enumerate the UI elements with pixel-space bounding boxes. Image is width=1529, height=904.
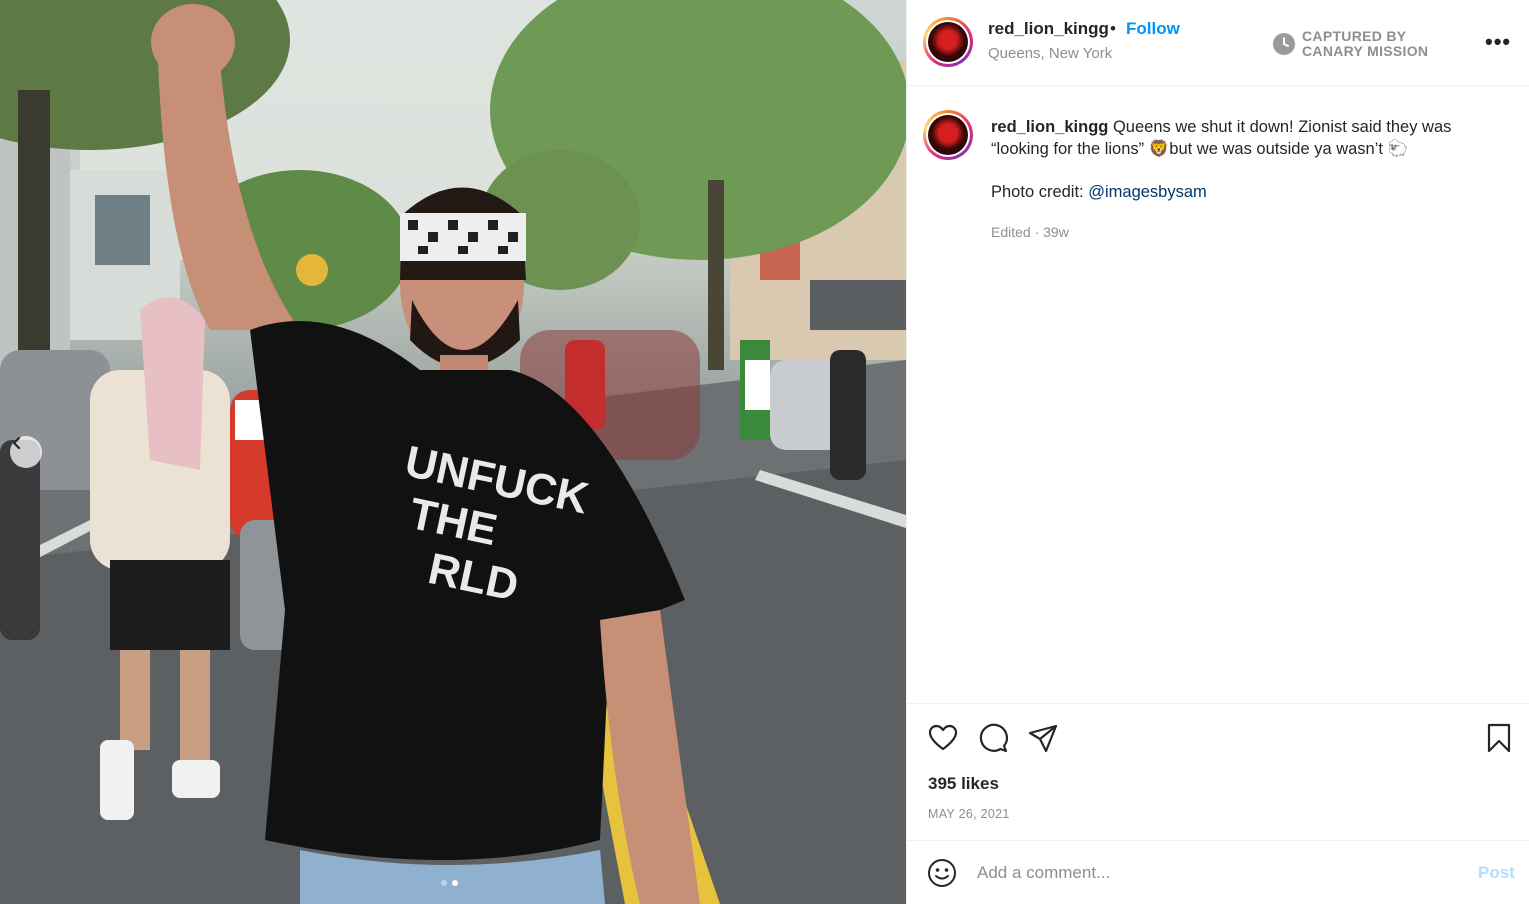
carousel-dot [441, 880, 447, 886]
carousel-indicator [441, 880, 458, 886]
avatar[interactable] [928, 115, 968, 155]
edited-timestamp[interactable]: Edited · 39w [991, 224, 1069, 240]
photo-illustration: UNFUCK THE RLD [0, 0, 906, 904]
post-comment-button[interactable]: Post [1478, 863, 1515, 883]
separator-dot: • [1110, 19, 1116, 38]
likes-count[interactable]: 395 likes [928, 774, 999, 794]
watermark-line2: CANARY MISSION [1302, 43, 1429, 59]
chevron-left-icon [12, 436, 21, 450]
caption-username[interactable]: red_lion_kingg [991, 118, 1108, 136]
photo-credit: Photo credit: @imagesbysam [991, 183, 1207, 202]
more-options-button[interactable]: ••• [1485, 29, 1511, 55]
share-icon[interactable] [1027, 722, 1059, 754]
follow-button[interactable]: Follow [1126, 19, 1180, 39]
bookmark-icon[interactable] [1483, 722, 1515, 754]
heart-icon[interactable] [927, 722, 959, 754]
post-actions: 395 likes MAY 26, 2021 [907, 703, 1529, 840]
comment-input[interactable] [977, 859, 1457, 887]
canary-mission-watermark: CAPTURED BY CANARY MISSION [1272, 29, 1428, 59]
credit-mention-link[interactable]: @imagesbysam [1088, 183, 1207, 201]
caption-section: red_lion_kingg Queens we shut it down! Z… [907, 86, 1529, 703]
profile-avatar-ring[interactable] [923, 17, 973, 67]
post-header: red_lion_kingg • Follow Queens, New York… [907, 0, 1529, 86]
carousel-dot-active [452, 880, 458, 886]
emoji-icon[interactable] [927, 858, 957, 888]
avatar[interactable] [928, 22, 968, 62]
caption-text-block: red_lion_kingg Queens we shut it down! Z… [991, 116, 1491, 160]
post-username[interactable]: red_lion_kingg [988, 19, 1109, 39]
clock-icon [1273, 33, 1295, 55]
comment-bar: Post [907, 840, 1529, 904]
credit-prefix: Photo credit: [991, 183, 1089, 201]
watermark-line1: CAPTURED BY [1302, 28, 1407, 44]
post-details-panel: red_lion_kingg • Follow Queens, New York… [906, 0, 1529, 904]
post-date: MAY 26, 2021 [928, 807, 1010, 821]
comment-icon[interactable] [977, 722, 1009, 754]
caption-avatar-ring[interactable] [923, 110, 973, 160]
carousel-prev-button[interactable] [10, 436, 42, 468]
post-location[interactable]: Queens, New York [988, 45, 1112, 62]
post-photo[interactable]: UNFUCK THE RLD [0, 0, 906, 904]
